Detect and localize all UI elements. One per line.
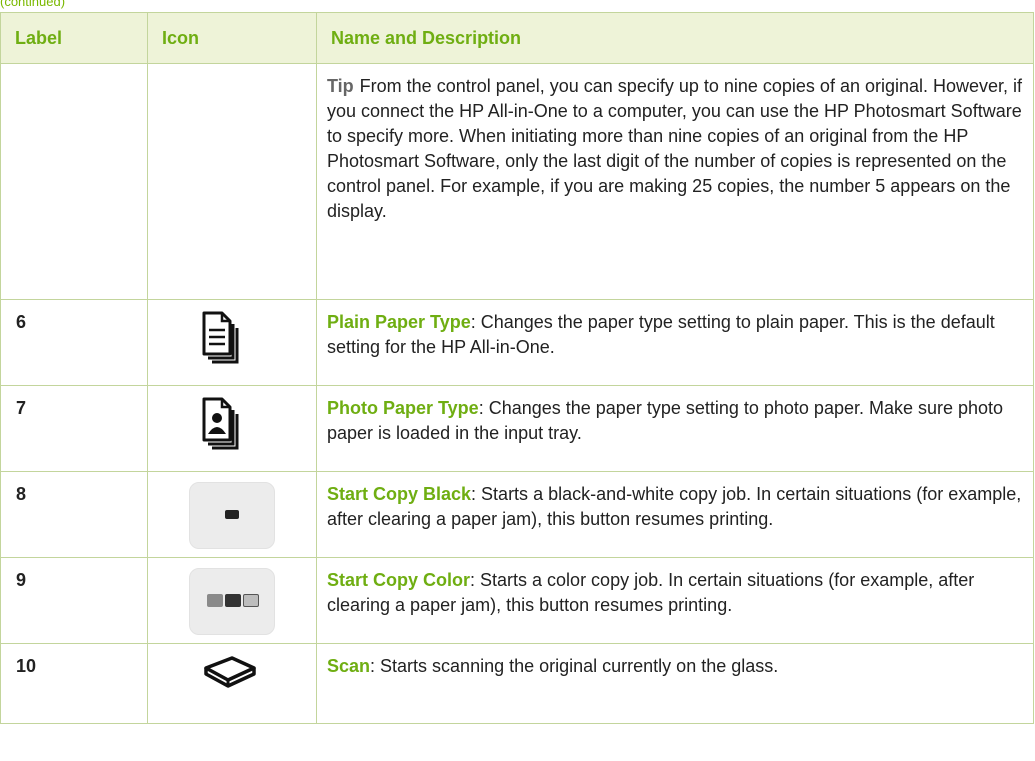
table-row: 7 Photo Paper Type: Changes the paper ty… <box>0 385 1034 472</box>
row-label: 10 <box>0 643 148 724</box>
tip-label-cell <box>0 63 148 300</box>
table-row: 6 Plain Paper Type: Changes the paper ty… <box>0 299 1034 386</box>
row-description-cell: Start Copy Color: Starts a color copy jo… <box>316 557 1034 644</box>
continued-label: (continued) <box>0 0 66 9</box>
row-description-cell: Plain Paper Type: Changes the paper type… <box>316 299 1034 386</box>
row-label: 9 <box>0 557 148 644</box>
control-panel-table: Label Icon Name and Description Tip From … <box>0 12 1034 724</box>
table-header-row: Label Icon Name and Description <box>0 12 1034 64</box>
start-copy-black-button-icon <box>189 482 275 549</box>
start-copy-color-button-icon <box>189 568 275 635</box>
table-row-tip: Tip From the control panel, you can speci… <box>0 63 1034 300</box>
table-row: 8 Start Copy Black: Starts a black-and-w… <box>0 471 1034 558</box>
row-name: Start Copy Color <box>327 570 471 590</box>
row-name: Photo Paper Type <box>327 398 479 418</box>
header-name-description: Name and Description <box>316 12 1034 64</box>
row-label: 6 <box>0 299 148 386</box>
tip-text: From the control panel, you can specify … <box>327 76 1023 221</box>
row-name: Start Copy Black <box>327 484 472 504</box>
row-description-cell: Photo Paper Type: Changes the paper type… <box>316 385 1034 472</box>
row-label: 8 <box>0 471 148 558</box>
black-square-icon <box>225 510 239 519</box>
color-squares-icon <box>207 594 259 608</box>
header-label: Label <box>0 12 148 64</box>
row-icon-cell <box>147 299 317 386</box>
header-icon: Icon <box>147 12 317 64</box>
photo-paper-icon <box>202 397 239 450</box>
row-name: Scan <box>327 656 371 676</box>
row-icon-cell <box>147 557 317 644</box>
tip-icon-cell <box>147 63 317 300</box>
plain-paper-icon <box>202 311 239 364</box>
tip-cell: Tip From the control panel, you can speci… <box>316 63 1034 300</box>
row-description-cell: Start Copy Black: Starts a black-and-whi… <box>316 471 1034 558</box>
scan-icon <box>204 656 256 688</box>
row-label: 7 <box>0 385 148 472</box>
row-description-cell: Scan: Starts scanning the original curre… <box>316 643 1034 724</box>
row-name: Plain Paper Type <box>327 312 471 332</box>
table-row: 9 Start Copy Color: Starts a color copy … <box>0 557 1034 644</box>
row-description: : Starts scanning the original currently… <box>370 656 779 676</box>
tip-keyword: Tip <box>327 76 354 96</box>
row-icon-cell <box>147 643 317 724</box>
table-row: 10 Scan: Starts scanning the original cu… <box>0 643 1034 724</box>
row-icon-cell <box>147 471 317 558</box>
row-icon-cell <box>147 385 317 472</box>
